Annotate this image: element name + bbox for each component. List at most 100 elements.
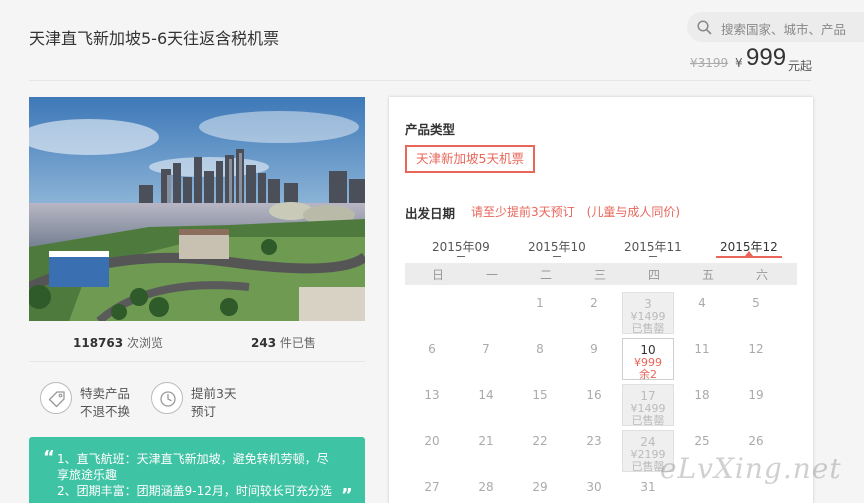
stats-divider bbox=[29, 361, 365, 362]
currency-symbol: ¥ bbox=[735, 56, 743, 70]
day-number: 9 bbox=[590, 342, 598, 356]
stats-row: 118763 次浏览 243 件已售 bbox=[29, 334, 365, 354]
booking-panel: 产品类型 天津新加坡5天机票 出发日期 请至少提前3天预订 (儿童与成人同价) … bbox=[389, 97, 813, 503]
calendar-day[interactable]: 19 bbox=[730, 384, 782, 426]
highlight-1: 1、直飞航班：天津直飞新加坡，避免转机劳顿，尽享旅途乐趣 bbox=[57, 452, 329, 482]
calendar-day[interactable]: 27 bbox=[406, 476, 458, 503]
weekday-header: 日 一 二 三 四 五 六 bbox=[405, 263, 797, 285]
calendar-day[interactable]: 20 bbox=[406, 430, 458, 472]
highlight-2: 2、团期丰富：团期涵盖9-12月，时间较长可充分选 bbox=[57, 484, 332, 498]
search-placeholder[interactable]: 搜索国家、城市、产品 bbox=[721, 19, 846, 38]
current-price: 999 bbox=[746, 44, 787, 71]
calendar-day[interactable]: 9 bbox=[568, 338, 620, 380]
day-number: 24 bbox=[640, 435, 656, 449]
day-number: 21 bbox=[478, 434, 494, 448]
views-count: 118763 次浏览 bbox=[73, 336, 163, 350]
day-number: 28 bbox=[478, 480, 494, 494]
departure-date-label: 出发日期 bbox=[405, 206, 456, 221]
product-photo bbox=[29, 97, 365, 321]
tab-month-2015-09[interactable]: 2015年09 bbox=[432, 238, 490, 260]
original-price: ¥3199 bbox=[690, 56, 729, 70]
day-number: 22 bbox=[532, 434, 548, 448]
day-number: 1 bbox=[536, 296, 544, 310]
day-number: 14 bbox=[478, 388, 494, 402]
tag-icon bbox=[48, 391, 65, 408]
weekday-wed: 三 bbox=[593, 268, 606, 282]
close-quote: ” bbox=[341, 485, 353, 503]
price-suffix: 元起 bbox=[788, 59, 813, 73]
calendar-day[interactable]: 2 bbox=[568, 292, 620, 334]
calendar-day[interactable]: 17 ¥1499 已售罄 bbox=[622, 384, 674, 427]
day-number: 23 bbox=[586, 434, 602, 448]
day-number: 15 bbox=[532, 388, 548, 402]
header-divider bbox=[29, 80, 811, 81]
calendar-day[interactable]: 28 bbox=[460, 476, 512, 503]
calendar-day[interactable]: 22 bbox=[514, 430, 566, 472]
calendar-day bbox=[406, 292, 458, 334]
day-number: 25 bbox=[694, 434, 710, 448]
calendar-day[interactable]: 18 bbox=[676, 384, 728, 426]
day-number: 2 bbox=[590, 296, 598, 310]
day-number: 18 bbox=[694, 388, 710, 402]
calendar-day[interactable]: 8 bbox=[514, 338, 566, 380]
calendar-day[interactable]: 11 bbox=[676, 338, 728, 380]
product-type-option[interactable]: 天津新加坡5天机票 bbox=[405, 145, 535, 173]
day-number: 26 bbox=[748, 434, 764, 448]
day-number: 6 bbox=[428, 342, 436, 356]
calendar-day[interactable]: 3 ¥1499 已售罄 bbox=[622, 292, 674, 335]
weekday-fri: 五 bbox=[701, 268, 714, 282]
watermark: eLvXing.net bbox=[660, 452, 842, 485]
day-number: 20 bbox=[424, 434, 440, 448]
weekday-sun: 日 bbox=[431, 268, 444, 282]
day-stock-status: 已售罄 bbox=[631, 322, 665, 335]
page-title: 天津直飞新加坡5-6天往返含税机票 bbox=[29, 29, 280, 48]
day-number: 11 bbox=[694, 342, 710, 356]
tab-month-2015-11[interactable]: 2015年11 bbox=[624, 238, 682, 260]
month-tabs: 2015年09 2015年10 2015年11 2015年12 bbox=[405, 238, 797, 260]
day-number: 29 bbox=[532, 480, 548, 494]
day-number: 19 bbox=[748, 388, 764, 402]
calendar-day[interactable]: 13 bbox=[406, 384, 458, 426]
product-type-label: 产品类型 bbox=[405, 122, 456, 137]
day-number: 10 bbox=[640, 343, 656, 357]
calendar-day[interactable]: 4 bbox=[676, 292, 728, 334]
day-number: 3 bbox=[644, 297, 652, 311]
clock-icon bbox=[160, 391, 176, 407]
calendar-day[interactable]: 29 bbox=[514, 476, 566, 503]
day-number: 7 bbox=[482, 342, 490, 356]
day-number: 17 bbox=[640, 389, 656, 403]
weekday-thu: 四 bbox=[647, 268, 660, 282]
day-number: 5 bbox=[752, 296, 760, 310]
day-number: 13 bbox=[424, 388, 440, 402]
day-number bbox=[460, 292, 512, 296]
day-number: 30 bbox=[586, 480, 602, 494]
day-number: 27 bbox=[424, 480, 440, 494]
calendar-day[interactable]: 5 bbox=[730, 292, 782, 334]
calendar-day[interactable]: 15 bbox=[514, 384, 566, 426]
weekday-tue: 二 bbox=[539, 268, 552, 282]
day-number: 8 bbox=[536, 342, 544, 356]
calendar-day[interactable]: 1 bbox=[514, 292, 566, 334]
day-number: 4 bbox=[698, 296, 706, 310]
tab-month-2015-12[interactable]: 2015年12 bbox=[716, 238, 782, 260]
open-quote: “ bbox=[43, 447, 55, 468]
calendar-day[interactable]: 30 bbox=[568, 476, 620, 503]
calendar-day[interactable]: 10 ¥999 余2 bbox=[622, 338, 674, 381]
booking-tip: 请至少提前3天预订 (儿童与成人同价) bbox=[471, 205, 680, 219]
calendar-day[interactable]: 7 bbox=[460, 338, 512, 380]
calendar-day[interactable]: 21 bbox=[460, 430, 512, 472]
calendar-day[interactable]: 12 bbox=[730, 338, 782, 380]
day-number: 16 bbox=[586, 388, 602, 402]
sold-count: 243 件已售 bbox=[251, 336, 316, 350]
highlights-box: “ 1、直飞航班：天津直飞新加坡，避免转机劳顿，尽享旅途乐趣 2、团期丰富：团期… bbox=[29, 437, 365, 503]
product-page: 天津直飞新加坡5-6天往返含税机票 搜索国家、城市、产品 ¥3199 ¥ 999… bbox=[0, 0, 864, 503]
calendar-day[interactable]: 14 bbox=[460, 384, 512, 426]
calendar-day[interactable]: 16 bbox=[568, 384, 620, 426]
calendar-day[interactable]: 23 bbox=[568, 430, 620, 472]
calendar-day[interactable]: 6 bbox=[406, 338, 458, 380]
day-stock-status: 已售罄 bbox=[631, 414, 665, 427]
search-box[interactable]: 搜索国家、城市、产品 bbox=[687, 12, 864, 42]
day-stock-status: 余2 bbox=[639, 368, 657, 381]
tab-month-2015-10[interactable]: 2015年10 bbox=[528, 238, 586, 260]
weekday-sat: 六 bbox=[755, 268, 768, 282]
